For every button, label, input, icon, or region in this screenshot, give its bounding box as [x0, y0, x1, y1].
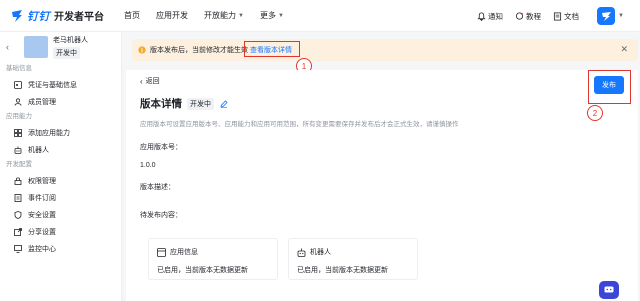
- sidebar-item-security[interactable]: 安全设置: [0, 206, 121, 223]
- sidebar-item-label: 分享设置: [28, 228, 56, 236]
- top-bar: 钉钉 开发者平台 首页 应用开发 开放能力 ▼ 更多 ▼ 通知 教程 文档 ▼: [0, 0, 640, 32]
- nav-home-label: 首页: [124, 11, 140, 20]
- title-row: 版本详情 开发中: [140, 96, 228, 111]
- version-number-label: 应用版本号：: [140, 144, 182, 151]
- sidebar-item-robot[interactable]: 机器人: [0, 141, 121, 158]
- sidebar-item-label: 成员管理: [28, 98, 56, 106]
- app-header: ‹ 老马机器人 开发中: [0, 32, 121, 62]
- tutorial-icon: [515, 11, 524, 20]
- app-thumbnail: [24, 36, 48, 58]
- card-header: 机器人: [297, 247, 331, 257]
- doc-icon: [553, 11, 562, 21]
- monitor-icon: [14, 244, 22, 253]
- sidebar-item-label: 凭证与基础信息: [28, 81, 77, 89]
- card-title: 应用信息: [170, 249, 198, 256]
- shield-icon: [14, 210, 22, 219]
- chat-icon: [604, 286, 614, 292]
- logo[interactable]: 钉钉 开发者平台: [10, 8, 104, 24]
- lock-icon: [14, 176, 22, 185]
- top-right-actions: 通知 教程 文档 ▼: [477, 0, 640, 32]
- info-icon: [138, 46, 146, 54]
- top-nav: 首页 应用开发 开放能力 ▼ 更多 ▼: [124, 10, 300, 21]
- sidebar-item-credentials[interactable]: 凭证与基础信息: [0, 76, 121, 93]
- annotation-highlight-1: [244, 41, 300, 57]
- nav-open-ability[interactable]: 开放能力 ▼: [204, 10, 244, 21]
- share-icon: [14, 227, 22, 236]
- chevron-down-icon: ▼: [277, 12, 284, 19]
- grid-icon: [14, 128, 22, 137]
- annotation-marker-2: 2: [587, 105, 603, 121]
- sidebar-item-members[interactable]: 成员管理: [0, 93, 121, 110]
- pending-card-robot: 机器人 已启用，当前版本无数据更新: [288, 238, 418, 280]
- tutorial-label: 教程: [526, 11, 542, 21]
- sidebar-item-label: 安全设置: [28, 211, 56, 219]
- sidebar-item-label: 机器人: [28, 146, 49, 154]
- sidebar-item-label: 监控中心: [28, 245, 56, 253]
- version-description-label: 版本描述：: [140, 184, 175, 191]
- bell-icon: [477, 11, 486, 21]
- app-meta: 老马机器人 开发中: [53, 35, 88, 59]
- key-icon: [14, 80, 22, 89]
- group-title-basic: 基础信息: [6, 65, 32, 72]
- nav-more[interactable]: 更多 ▼: [260, 10, 284, 21]
- docs-label: 文档: [564, 11, 580, 21]
- app-status-badge: 开发中: [53, 47, 80, 59]
- nav-app-dev-label: 应用开发: [156, 11, 188, 20]
- doc-icon: [14, 193, 22, 202]
- brand-name: 钉钉: [27, 10, 50, 23]
- person-icon: [14, 97, 22, 106]
- version-number-value: 1.0.0: [140, 162, 156, 169]
- avatar: [597, 7, 616, 25]
- robot-icon: [14, 146, 22, 154]
- nav-open-ability-label: 开放能力: [204, 11, 236, 20]
- tutorial-button[interactable]: 教程: [515, 11, 541, 22]
- sidebar-item-share[interactable]: 分享设置: [0, 223, 121, 240]
- chevron-down-icon: ▼: [238, 12, 244, 19]
- card-header: 应用信息: [157, 247, 198, 257]
- chevron-down-icon: ▼: [618, 13, 624, 19]
- nav-home[interactable]: 首页: [124, 10, 140, 21]
- sidebar-item-events[interactable]: 事件订阅: [0, 189, 121, 206]
- card-description: 已启用，当前版本无数据更新: [297, 267, 388, 274]
- page-title: 版本详情: [140, 98, 182, 110]
- platform-title: 开发者平台: [54, 12, 104, 23]
- notify-button[interactable]: 通知: [477, 11, 503, 22]
- sidebar-item-label: 权限管理: [28, 177, 56, 185]
- pending-card-app-info: 应用信息 已启用，当前版本无数据更新: [148, 238, 278, 280]
- sidebar: ‹ 老马机器人 开发中 基础信息 凭证与基础信息 成员管理 应用能力 添加应用能…: [0, 32, 122, 301]
- edit-icon[interactable]: [220, 99, 228, 108]
- pending-content-label: 待发布内容：: [140, 212, 182, 219]
- sidebar-item-permissions[interactable]: 权限管理: [0, 172, 121, 189]
- sidebar-item-label: 添加应用能力: [28, 129, 70, 137]
- sidebar-item-monitor[interactable]: 监控中心: [0, 240, 121, 257]
- robot-icon: [297, 248, 306, 257]
- app-name: 老马机器人: [53, 37, 88, 44]
- sidebar-item-add-capability[interactable]: 添加应用能力: [0, 124, 121, 141]
- card-description: 已启用，当前版本无数据更新: [157, 267, 248, 274]
- version-detail-card: ‹ 返回 版本详情 开发中 发布 应用版本可设置应用版本号、应用能力和应用可用范…: [126, 70, 638, 301]
- back-arrow-icon[interactable]: ‹: [6, 42, 18, 52]
- publish-button[interactable]: 发布: [594, 76, 624, 94]
- sidebar-item-label: 事件订阅: [28, 194, 56, 202]
- floating-assistant-button[interactable]: [599, 281, 619, 299]
- close-icon[interactable]: ✕: [620, 44, 628, 55]
- user-avatar-icon: [601, 11, 611, 21]
- back-link[interactable]: ‹ 返回: [140, 76, 160, 86]
- card-title: 机器人: [310, 249, 331, 256]
- user-menu[interactable]: ▼: [591, 7, 624, 25]
- docs-button[interactable]: 文档: [553, 11, 579, 22]
- back-label: 返回: [145, 78, 160, 85]
- banner-text: 版本发布后，当前修改才能生效: [150, 47, 248, 54]
- dingtalk-logo-icon: [12, 9, 22, 22]
- notify-label: 通知: [488, 11, 504, 21]
- group-title-capability: 应用能力: [6, 113, 32, 120]
- status-badge: 开发中: [187, 97, 214, 110]
- publish-banner: 版本发布后，当前修改才能生效 查看版本详情 ✕: [132, 39, 638, 61]
- nav-app-dev[interactable]: 应用开发: [156, 10, 188, 21]
- nav-more-label: 更多: [259, 11, 276, 20]
- chevron-left-icon: ‹: [140, 76, 143, 86]
- page-description: 应用版本可设置应用版本号、应用能力和应用可用范围，所有变更需要保存并发布后才会正…: [140, 121, 459, 128]
- app-info-icon: [157, 247, 166, 257]
- group-title-dev-config: 开发配置: [6, 161, 32, 168]
